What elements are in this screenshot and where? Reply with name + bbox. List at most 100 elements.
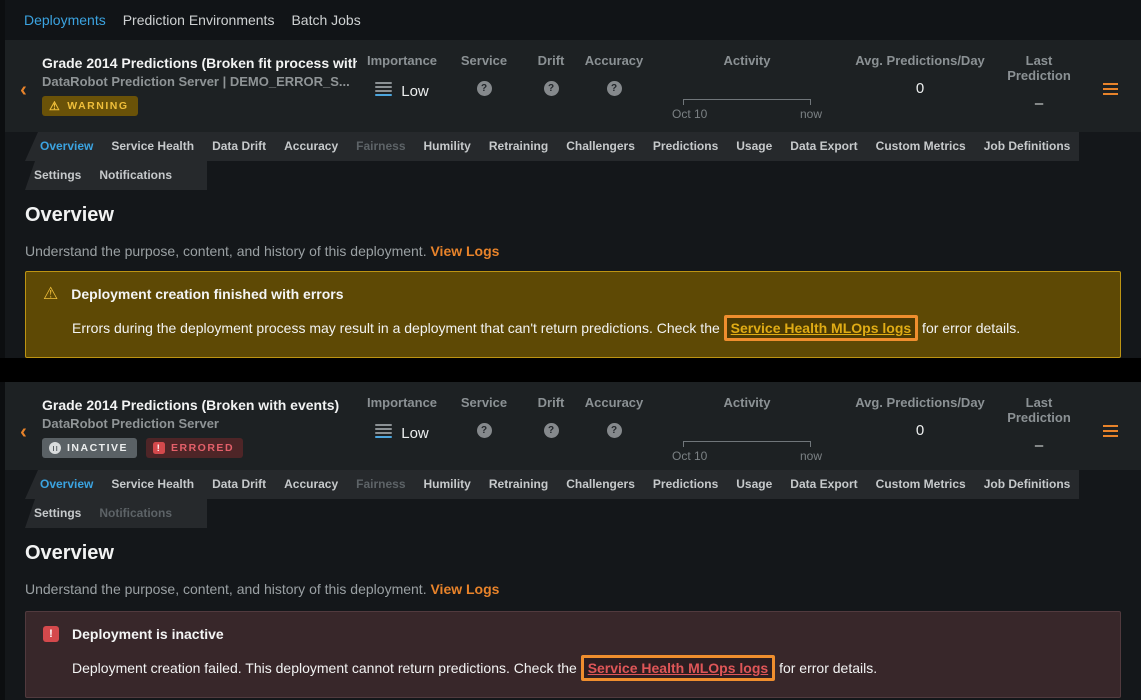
tab-predictions[interactable]: Predictions (644, 470, 727, 499)
tab-service-health[interactable]: Service Health (102, 470, 203, 499)
accuracy-label: Accuracy (581, 53, 647, 68)
nav-item-deployments[interactable]: Deployments (24, 12, 106, 28)
warning-icon: ⚠ (43, 286, 58, 302)
help-icon[interactable]: ? (544, 81, 559, 96)
error-icon: ! (43, 626, 59, 642)
tab-data-drift[interactable]: Data Drift (203, 132, 275, 161)
tab-job-definitions[interactable]: Job Definitions (975, 470, 1080, 499)
accuracy-label: Accuracy (581, 395, 647, 410)
help-icon[interactable]: ? (607, 81, 622, 96)
last-prediction-label: Last Prediction (993, 53, 1085, 83)
badge-label: ERRORED (171, 442, 234, 454)
error-banner: ! Deployment is inactive Deployment crea… (25, 611, 1121, 698)
drift-label: Drift (521, 53, 581, 68)
banner-body: Errors during the deployment process may… (72, 315, 1103, 342)
last-prediction-value: – (993, 437, 1085, 454)
banner-text: for error details. (775, 660, 877, 676)
service-label: Service (447, 53, 521, 68)
nav-item-batch-jobs[interactable]: Batch Jobs (291, 12, 360, 28)
actions-menu-icon[interactable] (1103, 425, 1118, 437)
activity-label: Activity (647, 395, 847, 410)
tab-usage[interactable]: Usage (727, 132, 781, 161)
activity-timeline-axis (683, 99, 811, 105)
tab-challengers[interactable]: Challengers (557, 132, 644, 161)
help-icon[interactable]: ? (477, 423, 492, 438)
avg-predictions-value: 0 (847, 80, 993, 97)
tab-notifications[interactable]: Notifications (90, 161, 181, 190)
deployment-panel-errored: ‹ Grade 2014 Predictions (Broken with ev… (0, 382, 1141, 700)
avg-predictions-label: Avg. Predictions/Day (847, 53, 993, 68)
tab-predictions[interactable]: Predictions (644, 132, 727, 161)
tab-notifications: Notifications (90, 499, 181, 528)
deployment-header: ‹ Grade 2014 Predictions (Broken fit pro… (5, 40, 1141, 132)
description-text: Understand the purpose, content, and his… (25, 243, 430, 259)
tab-challengers[interactable]: Challengers (557, 470, 644, 499)
pause-icon (49, 442, 61, 454)
activity-end-label: now (800, 449, 822, 463)
tab-data-drift[interactable]: Data Drift (203, 470, 275, 499)
importance-value: Low (357, 422, 447, 442)
tab-accuracy[interactable]: Accuracy (275, 132, 347, 161)
tab-settings[interactable]: Settings (25, 161, 90, 190)
activity-start-label: Oct 10 (672, 107, 707, 121)
page-description: Understand the purpose, content, and his… (25, 581, 1121, 597)
deployment-tabs: Overview Service Health Data Drift Accur… (25, 132, 1141, 190)
tab-humility[interactable]: Humility (415, 470, 480, 499)
tab-job-definitions[interactable]: Job Definitions (975, 132, 1080, 161)
description-text: Understand the purpose, content, and his… (25, 581, 430, 597)
importance-label: Importance (357, 53, 447, 68)
service-health-mlops-logs-link[interactable]: Service Health MLOps logs (724, 315, 919, 341)
tab-service-health[interactable]: Service Health (102, 132, 203, 161)
deployment-title: Grade 2014 Predictions (Broken fit proce… (42, 55, 357, 71)
deployment-title: Grade 2014 Predictions (Broken with even… (42, 397, 357, 413)
tab-retraining[interactable]: Retraining (480, 470, 557, 499)
page-description: Understand the purpose, content, and his… (25, 243, 1121, 259)
service-health-mlops-logs-link[interactable]: Service Health MLOps logs (581, 655, 776, 681)
tab-custom-metrics[interactable]: Custom Metrics (867, 132, 975, 161)
deployment-subtitle: DataRobot Prediction Server (42, 416, 357, 431)
avg-predictions-label: Avg. Predictions/Day (847, 395, 993, 410)
help-icon[interactable]: ? (607, 423, 622, 438)
deployment-tabs: Overview Service Health Data Drift Accur… (25, 470, 1141, 528)
back-chevron-icon[interactable]: ‹ (20, 82, 27, 98)
tab-overview[interactable]: Overview (25, 132, 102, 161)
banner-text: Errors during the deployment process may… (72, 320, 724, 336)
activity-start-label: Oct 10 (672, 449, 707, 463)
importance-level-icon (375, 80, 392, 98)
view-logs-link[interactable]: View Logs (430, 243, 499, 259)
drift-label: Drift (521, 395, 581, 410)
deployment-subtitle: DataRobot Prediction Server | DEMO_ERROR… (42, 74, 357, 89)
error-icon: ! (153, 442, 165, 454)
warning-banner: ⚠ Deployment creation finished with erro… (25, 271, 1121, 358)
banner-title: Deployment creation finished with errors (71, 286, 343, 302)
banner-text: Deployment creation failed. This deploym… (72, 660, 581, 676)
deployment-panel-warning: Deployments Prediction Environments Batc… (0, 0, 1141, 358)
tab-humility[interactable]: Humility (415, 132, 480, 161)
nav-item-prediction-environments[interactable]: Prediction Environments (123, 12, 275, 28)
tab-data-export[interactable]: Data Export (781, 470, 866, 499)
badge-label: INACTIVE (67, 442, 128, 454)
avg-predictions-value: 0 (847, 422, 993, 439)
tab-accuracy[interactable]: Accuracy (275, 470, 347, 499)
tab-usage[interactable]: Usage (727, 470, 781, 499)
tab-overview[interactable]: Overview (25, 470, 102, 499)
tab-data-export[interactable]: Data Export (781, 132, 866, 161)
top-navigation: Deployments Prediction Environments Batc… (5, 0, 1141, 40)
page-title: Overview (25, 204, 1121, 227)
activity-timeline-axis (683, 441, 811, 447)
view-logs-link[interactable]: View Logs (430, 581, 499, 597)
page-title: Overview (25, 542, 1121, 565)
warning-icon: ⚠ (49, 100, 61, 112)
importance-level-icon (375, 422, 392, 440)
last-prediction-value: – (993, 95, 1085, 112)
back-chevron-icon[interactable]: ‹ (20, 424, 27, 440)
help-icon[interactable]: ? (544, 423, 559, 438)
tab-custom-metrics[interactable]: Custom Metrics (867, 470, 975, 499)
help-icon[interactable]: ? (477, 81, 492, 96)
tab-retraining[interactable]: Retraining (480, 132, 557, 161)
actions-menu-icon[interactable] (1103, 83, 1118, 95)
tab-settings[interactable]: Settings (25, 499, 90, 528)
activity-end-label: now (800, 107, 822, 121)
last-prediction-label: Last Prediction (993, 395, 1085, 425)
tab-fairness: Fairness (347, 470, 414, 499)
